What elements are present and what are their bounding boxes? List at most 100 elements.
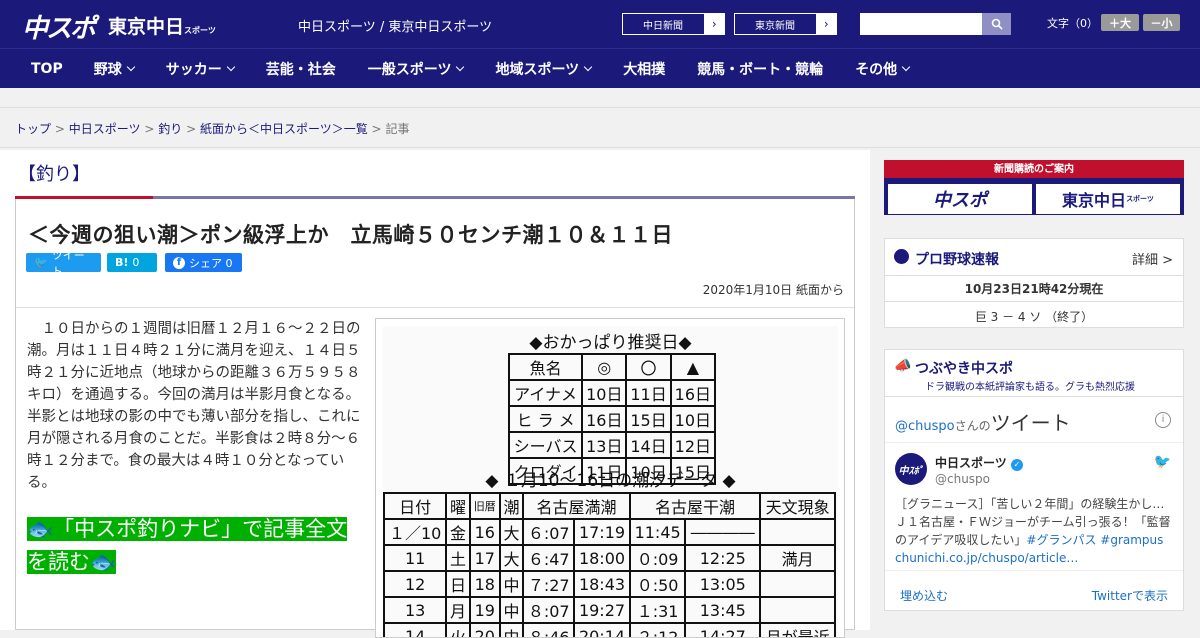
table-cell: シーバス: [507, 431, 584, 459]
fishing-navi-link[interactable]: 🐟「中スポ釣りナビ」で記事全文を読む🐟: [27, 513, 357, 579]
twitter-bird-icon[interactable]: 🐦: [1154, 454, 1171, 470]
table-row: 11 土 17 大 ６:47 18:00 ０:09 12:25 満月: [382, 544, 836, 572]
breadcrumb-link[interactable]: 紙面から＜中日スポーツ＞一覧: [200, 122, 368, 136]
chevron-down-icon: [126, 62, 135, 71]
tweet-button[interactable]: 🐦 ツイート: [26, 249, 101, 278]
table-header: 曜: [445, 492, 471, 520]
table-cell: 15日: [625, 405, 672, 433]
baseball-widget-title: プロ野球速報: [915, 252, 999, 268]
table-cell: 18: [468, 570, 501, 598]
nav-item-baseball[interactable]: 野球: [78, 49, 150, 89]
avatar[interactable]: 中ｽﾎﾟ: [895, 453, 927, 485]
nav-label: 野球: [93, 61, 122, 78]
chevron-down-icon: [456, 62, 465, 71]
table-cell: 11:45: [628, 518, 687, 546]
table-row: ヒ ラ メ 16日 15日 10日: [507, 405, 717, 433]
nav-label: 芸能・社会: [265, 61, 336, 78]
table-cell: ６:07: [522, 518, 576, 546]
tokyo-chunichi-logo[interactable]: 東京中日スポーツ: [108, 12, 216, 39]
ad-tokyo-text: 東京中日: [1062, 191, 1127, 210]
tweet-user-name-text: 中日スポーツ: [935, 456, 1007, 470]
table-header: 〇: [625, 353, 672, 381]
table-cell: アイナメ: [507, 379, 584, 407]
nav-item-general-sports[interactable]: 一般スポーツ: [352, 49, 480, 89]
nav-item-soccer[interactable]: サッカー: [150, 49, 250, 89]
facebook-share-button[interactable]: f シェア 0: [165, 253, 242, 272]
nav-label: サッカー: [165, 61, 222, 78]
tokyo-shimbun-label: 東京新聞: [755, 20, 795, 32]
nav-label: 大相撲: [623, 61, 666, 78]
breadcrumb-link[interactable]: 中日スポーツ: [69, 122, 141, 136]
breadcrumb-link[interactable]: 釣り: [158, 122, 182, 136]
search-input[interactable]: [860, 13, 982, 35]
info-icon[interactable]: i: [1155, 412, 1171, 428]
subscription-banner-title: 新聞購読のご案内: [884, 162, 1184, 178]
game-score[interactable]: 巨 3 － 4 ソ （終了）: [885, 308, 1183, 325]
table-cell: 19: [468, 596, 501, 624]
table-cell: 20:14: [573, 622, 631, 637]
table-cell: 大: [498, 518, 525, 546]
table-cell: 18:00: [573, 544, 631, 572]
table-cell: 土: [445, 544, 471, 572]
chevron-down-icon: [226, 62, 235, 71]
table-cell: 20: [468, 622, 501, 637]
table-cell: 17: [468, 544, 501, 572]
ad-tokyo-logo: 東京中日 スポーツ: [1036, 184, 1180, 214]
table-header: 天文現象: [759, 492, 836, 520]
table-cell: ８:07: [522, 596, 576, 624]
table-cell: 13日: [581, 431, 628, 459]
table-header: ▲: [669, 353, 717, 381]
baseball-widget: プロ野球速報 詳細 > 10月23日21時42分現在 巨 3 － 4 ソ （終了…: [884, 238, 1184, 328]
table-cell: 月が最近: [759, 622, 836, 637]
chuspo-logo[interactable]: 中スポ: [22, 8, 96, 45]
facebook-share-label: シェア 0: [189, 256, 233, 270]
nav-label: 競馬・ボート・競輪: [697, 61, 824, 78]
embed-link[interactable]: 埋め込む: [900, 587, 948, 604]
tokyo-shimbun-link[interactable]: 東京新聞 ›: [734, 13, 837, 35]
tweet-user-handle[interactable]: @chuspo: [935, 472, 990, 486]
table-cell: 14:27: [684, 622, 762, 637]
timeline-handle[interactable]: @chuspo: [895, 419, 955, 434]
nav-item-local-sports[interactable]: 地域スポーツ: [479, 49, 607, 89]
divider: [885, 301, 1183, 302]
table-row: 14 火 20 中 ８:46 20:14 ２:12 14:27 月が最近: [382, 622, 836, 637]
table-row: １／10 金 16 大 ６:07 17:19 11:45 ――――: [382, 518, 836, 546]
font-bigger-button[interactable]: ＋大: [1101, 14, 1139, 31]
nav-item-entertainment[interactable]: 芸能・社会: [250, 49, 352, 89]
hatena-button[interactable]: B! 0: [107, 253, 157, 272]
facebook-icon: f: [173, 256, 185, 269]
breadcrumb-separator: >: [371, 122, 382, 136]
nav-label: 地域スポーツ: [495, 61, 580, 78]
search-button[interactable]: [982, 13, 1011, 35]
table-row: シーバス 13日 14日 12日: [507, 431, 717, 459]
chunichi-shimbun-link[interactable]: 中日新聞 ›: [622, 13, 725, 35]
font-smaller-button[interactable]: －小: [1143, 14, 1180, 31]
nav-item-top[interactable]: TOP: [0, 49, 78, 89]
breadcrumb-separator: >: [144, 122, 155, 136]
main-content: 【釣り】 ＜今週の狙い潮＞ポン級浮上か 立馬崎５０センチ潮１０＆１１日 🐦 ツイー…: [0, 150, 870, 638]
tweet-label: ツイート: [51, 248, 85, 278]
tweet-user-name[interactable]: 中日スポーツ ✓: [935, 454, 1023, 471]
table-row: 12 日 18 中 ７:27 18:43 ０:50 13:05: [382, 570, 836, 598]
megaphone-icon: 📣: [894, 358, 912, 374]
article-figure[interactable]: ◆おかっぱり推奨日◆ 魚名 ◎ 〇 ▲ アイナメ 10日 11日 16日 ヒ ラ メ 16日 1…: [375, 318, 845, 638]
tweet-link[interactable]: chunichi.co.jp/chuspo/article…: [895, 551, 1078, 565]
nav-item-sumo[interactable]: 大相撲: [607, 49, 681, 89]
table-cell: 金: [445, 518, 471, 546]
table-cell: ヒ ラ メ: [507, 405, 584, 433]
view-on-twitter-link[interactable]: Twitterで表示: [1092, 587, 1168, 604]
nav-item-racing[interactable]: 競馬・ボート・競輪: [681, 49, 839, 89]
table-row: 13 月 19 中 ８:07 19:27 １:31 13:45: [382, 596, 836, 624]
baseball-detail-link[interactable]: 詳細 >: [1132, 249, 1173, 268]
table-cell: １:31: [628, 596, 687, 624]
tide-table: 日付曜旧暦潮名古屋満潮 名古屋干潮 天文現象 １／10 金 16 大 ６:07 17:19 11…: [382, 492, 836, 637]
spacer: [0, 88, 1200, 108]
breadcrumb-separator: >: [54, 122, 65, 136]
table-cell: 10日: [669, 405, 717, 433]
tweet-hashtags[interactable]: #グランパス #grampus: [1026, 533, 1163, 547]
site-header: 中スポ 東京中日スポーツ 中日スポーツ / 東京中日スポーツ 中日新聞 › 東京新…: [0, 0, 1200, 48]
breadcrumb-link[interactable]: トップ: [15, 122, 51, 136]
nav-item-other[interactable]: その他: [839, 49, 925, 89]
subscription-banner[interactable]: 新聞購読のご案内 中スポ 東京中日 スポーツ: [884, 160, 1184, 215]
ad-chuspo-logo: 中スポ: [888, 184, 1032, 214]
